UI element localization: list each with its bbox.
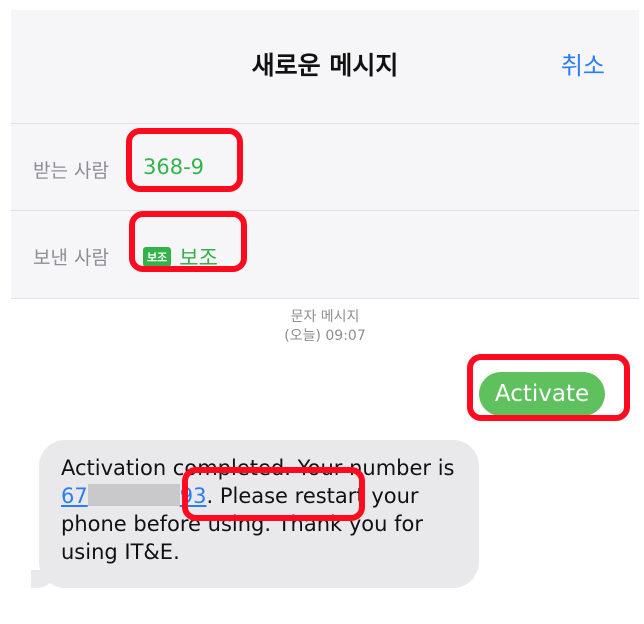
highlight-activate <box>467 354 630 421</box>
recipient-row[interactable]: 받는 사람 368-9 <box>11 123 639 211</box>
redaction-mask <box>87 484 180 506</box>
sender-label: 보낸 사람 <box>33 247 109 269</box>
phone-number-start: 67 <box>61 484 88 508</box>
sender-row[interactable]: 보낸 사람 보조 보조 <box>11 211 639 299</box>
highlight-recipient <box>126 128 243 192</box>
highlight-sender <box>129 211 247 272</box>
conversation-area: 문자 메시지 (오늘) 09:07 Activate Activation co… <box>11 300 639 622</box>
highlight-number <box>182 467 365 521</box>
page-title: 새로운 메시지 <box>251 51 399 80</box>
message-time: (오늘) 09:07 <box>284 328 366 344</box>
messages-screen: 새로운 메시지 취소 받는 사람 368-9 보낸 사람 보조 보조 문자 메시지… <box>11 10 639 622</box>
message-timestamp: 문자 메시지 (오늘) 09:07 <box>11 308 639 346</box>
cancel-button[interactable]: 취소 <box>561 46 605 81</box>
recipient-label: 받는 사람 <box>33 160 109 182</box>
new-message-header: 새로운 메시지 취소 <box>11 10 639 123</box>
message-type-label: 문자 메시지 <box>290 309 360 325</box>
